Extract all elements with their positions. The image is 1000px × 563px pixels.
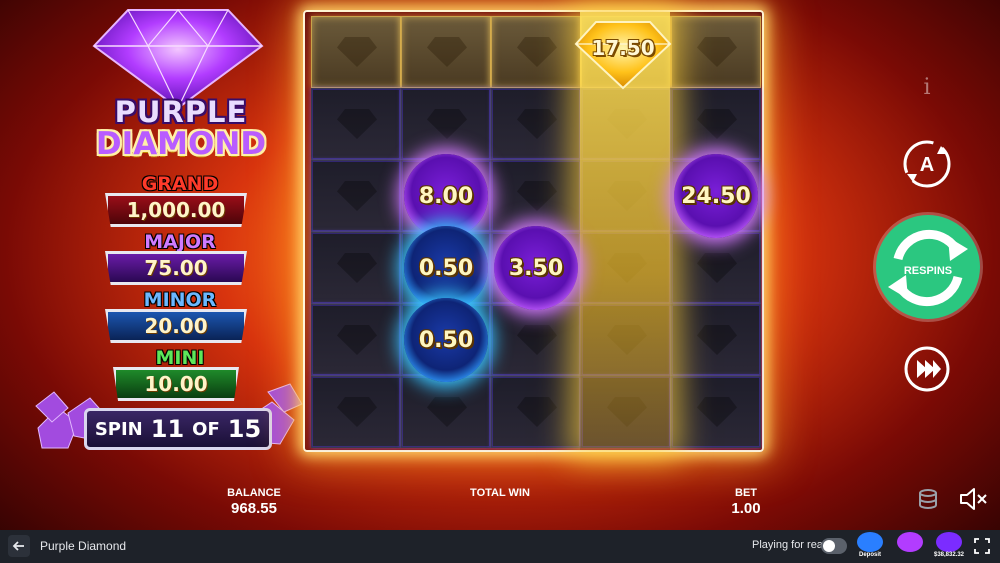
empty-gem-slot-icon <box>337 109 377 139</box>
fullscreen-icon[interactable] <box>974 538 990 554</box>
bottom-bar: Purple Diamond Playing for real Deposit … <box>0 530 1000 563</box>
jackpot-minor-label: MINOR <box>143 289 217 311</box>
empty-gem-slot-icon <box>517 181 557 211</box>
jackpot-major-label: MAJOR <box>144 231 216 253</box>
empty-gem-slot-icon <box>517 397 557 427</box>
playing-for-real-label: Playing for real <box>752 539 826 551</box>
respins-button[interactable]: RESPINS <box>876 215 980 319</box>
respins-label: RESPINS <box>903 265 953 277</box>
game-name: Purple Diamond <box>40 539 127 553</box>
arrow-left-icon <box>12 541 24 551</box>
gold-prize-value: 17.50 <box>591 36 655 60</box>
total-win-label: TOTAL WIN <box>470 487 530 499</box>
promo-caption: Deposit <box>858 552 881 558</box>
jackpot-mini-label: MINI <box>155 347 205 369</box>
grid-cell <box>311 88 401 160</box>
empty-gem-slot-icon <box>427 109 467 139</box>
empty-gem-slot-icon <box>697 109 737 139</box>
bonus-badge-icon <box>857 532 883 552</box>
empty-gem-slot-icon <box>697 397 737 427</box>
empty-gem-slot-icon <box>697 37 737 67</box>
info-icon[interactable]: i <box>920 76 934 100</box>
grid-cell <box>311 232 401 304</box>
jackpot-major-value: 75.00 <box>105 251 247 285</box>
promo-bonus-deposit[interactable]: Deposit <box>853 532 887 561</box>
spin-total: 15 <box>227 415 262 443</box>
spin-current: 11 <box>150 415 185 443</box>
game-area: PURPLE DIAMOND GRAND 1,000.00 MAJOR 75.0… <box>0 0 1000 530</box>
grid-cell <box>671 304 761 376</box>
spin-of-word: OF <box>192 418 220 440</box>
logo-line-1: PURPLE <box>114 95 248 129</box>
balance-value: 968.55 <box>231 500 277 517</box>
empty-gem-slot-icon <box>517 109 557 139</box>
jackpot-grand-label: GRAND <box>141 173 219 195</box>
logo-line-2: DIAMOND <box>95 126 267 162</box>
grid-cell <box>671 88 761 160</box>
grid-cell <box>671 232 761 304</box>
grid-cell <box>401 16 491 88</box>
empty-gem-slot-icon <box>427 397 467 427</box>
grid-cell <box>491 16 581 88</box>
empty-gem-slot-icon <box>337 253 377 283</box>
prize-orb: 24.50 <box>674 154 758 238</box>
grid-cell <box>491 88 581 160</box>
empty-gem-slot-icon <box>697 253 737 283</box>
autoplay-button[interactable]: A <box>903 140 951 188</box>
diamond-badge-icon <box>897 532 923 552</box>
prize-orb: 3.50 <box>494 226 578 310</box>
turbo-button[interactable] <box>903 345 951 393</box>
empty-gem-slot-icon <box>337 397 377 427</box>
grid-cell <box>401 376 491 448</box>
grid-cell <box>311 160 401 232</box>
grid-cell <box>311 304 401 376</box>
promo-diamond[interactable] <box>893 532 927 561</box>
empty-gem-slot-icon <box>337 325 377 355</box>
bet-label: BET <box>735 487 757 499</box>
spin-word: SPIN <box>94 418 143 440</box>
grid-cell <box>491 304 581 376</box>
empty-gem-slot-icon <box>517 325 557 355</box>
grid-cell <box>401 88 491 160</box>
balance-label: BALANCE <box>227 487 281 499</box>
grid-cell <box>311 376 401 448</box>
jackpot-grand-value: 1,000.00 <box>105 193 247 227</box>
spin-counter: SPIN 11 OF 15 <box>84 408 272 450</box>
jackpot-amount: $38,832.32 <box>933 552 965 558</box>
grid-cell <box>671 16 761 88</box>
grid-cell <box>311 16 401 88</box>
jackpot-badge-icon <box>936 532 962 552</box>
promo-jackpot[interactable]: $38,832.32 <box>928 532 970 561</box>
sound-muted-icon[interactable] <box>958 486 988 512</box>
coins-icon[interactable] <box>917 488 939 510</box>
empty-gem-slot-icon <box>427 37 467 67</box>
back-button[interactable] <box>8 535 30 557</box>
empty-gem-slot-icon <box>337 181 377 211</box>
grid-cell <box>491 376 581 448</box>
empty-gem-slot-icon <box>517 37 557 67</box>
bet-value[interactable]: 1.00 <box>706 500 786 517</box>
play-for-real-toggle[interactable] <box>821 538 847 554</box>
prize-orb: 0.50 <box>404 298 488 382</box>
grid-cell <box>671 376 761 448</box>
jackpot-minor-value: 20.00 <box>105 309 247 343</box>
grid-cell <box>491 160 581 232</box>
empty-gem-slot-icon <box>697 325 737 355</box>
autoplay-letter: A <box>920 154 934 176</box>
game-logo-title: PURPLE DIAMOND <box>86 98 276 160</box>
empty-gem-slot-icon <box>337 37 377 67</box>
